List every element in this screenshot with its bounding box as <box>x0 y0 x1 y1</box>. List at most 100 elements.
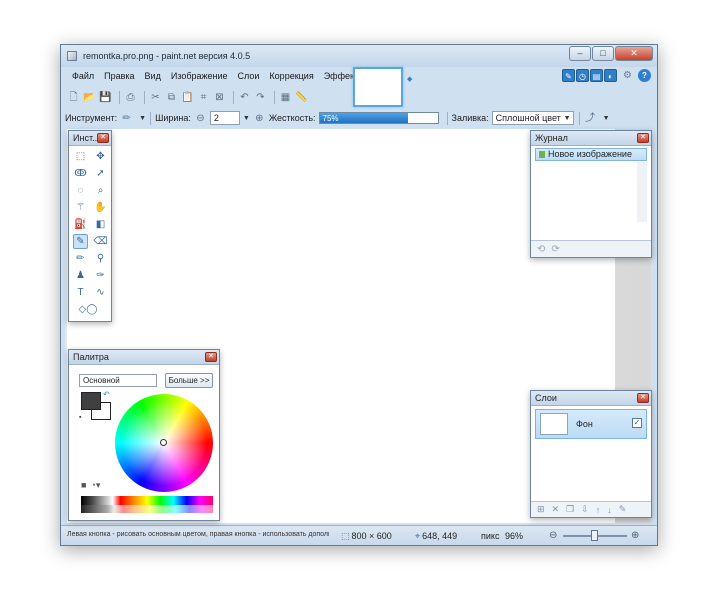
antialiasing-icon[interactable]: ⤴ <box>584 112 597 125</box>
open-folder-icon[interactable]: 📂 <box>83 91 96 104</box>
merge-layer-icon[interactable]: ⇩ <box>581 504 589 515</box>
layers-panel-header[interactable]: Слои ✕ <box>531 391 651 406</box>
chevron-down-icon[interactable]: ▼ <box>603 115 610 122</box>
layers-window-toggle-icon[interactable]: ▤ <box>590 69 603 82</box>
menu-edit[interactable]: Правка <box>99 69 139 86</box>
layer-visibility-checkbox[interactable]: ✓ <box>632 418 642 428</box>
menu-view[interactable]: Вид <box>140 69 166 86</box>
history-panel-header[interactable]: Журнал ✕ <box>531 131 651 146</box>
new-image-icon[interactable]: 🗋 <box>67 91 80 104</box>
swap-colors-icon[interactable]: ↶ <box>103 390 110 399</box>
settings-gear-icon[interactable]: ⚙ <box>621 69 634 82</box>
add-layer-icon[interactable]: ⊞ <box>537 504 545 515</box>
ruler-icon[interactable]: 📏 <box>295 91 308 104</box>
brush-tool-icon[interactable]: ✏ <box>120 112 133 125</box>
width-input[interactable]: 2 <box>209 111 240 125</box>
paint-bucket-icon[interactable]: ⛽ <box>73 217 88 232</box>
history-window-toggle-icon[interactable]: ◷ <box>576 69 589 82</box>
minimize-button[interactable]: – <box>569 46 591 61</box>
zoom-icon[interactable]: ⌕ <box>93 183 108 198</box>
history-redo-icon[interactable]: ⟳ <box>551 244 559 255</box>
pan-hand-icon[interactable]: ✋ <box>93 200 108 215</box>
pencil-icon[interactable]: ✏ <box>73 251 88 266</box>
layer-properties-icon[interactable]: ✎ <box>619 504 627 515</box>
gradient-icon[interactable]: ◧ <box>93 217 108 232</box>
grid-icon[interactable]: ▦ <box>279 91 292 104</box>
menu-file[interactable]: Файл <box>67 69 99 86</box>
shapes-icon[interactable]: ◇◯ <box>73 302 103 317</box>
units-select[interactable]: пикс <box>481 531 499 541</box>
print-icon[interactable]: ⎙ <box>124 91 137 104</box>
close-button[interactable]: ✕ <box>615 46 653 61</box>
history-undo-icon[interactable]: ⟲ <box>537 244 545 255</box>
ellipse-select-icon[interactable]: ◌ <box>73 183 88 198</box>
crop-icon[interactable]: ⌗ <box>197 91 210 104</box>
zoom-out-icon[interactable]: ⊖ <box>549 530 557 541</box>
move-selection-icon[interactable]: ➚ <box>93 166 108 181</box>
close-icon[interactable]: ✕ <box>97 133 109 143</box>
menu-image[interactable]: Изображение <box>166 69 233 86</box>
tools-panel-header[interactable]: Инст... ✕ <box>69 131 111 146</box>
delete-layer-icon[interactable]: ✕ <box>552 504 560 515</box>
close-icon[interactable]: ✕ <box>637 393 649 403</box>
move-layer-down-icon[interactable]: ↓ <box>607 505 612 515</box>
palette-strip[interactable] <box>81 496 213 505</box>
recolor-icon[interactable]: ✑ <box>93 268 108 283</box>
redo-icon[interactable]: ↷ <box>254 91 267 104</box>
move-selected-icon[interactable]: ✥ <box>93 149 108 164</box>
copy-icon[interactable]: ⧉ <box>165 91 178 104</box>
width-decrease-icon[interactable]: ⊖ <box>194 112 207 125</box>
clone-stamp-icon[interactable]: ♟ <box>73 268 88 283</box>
hardness-slider[interactable]: 75% <box>318 112 439 124</box>
move-layer-up-icon[interactable]: ↑ <box>596 505 601 515</box>
paintbrush-icon[interactable]: ✎ <box>73 234 88 249</box>
chevron-down-icon[interactable]: ▼ <box>243 115 250 122</box>
palette-swatch-icon[interactable]: ■ <box>81 480 86 491</box>
color-wheel-cursor[interactable] <box>160 439 167 446</box>
zoom-in-icon[interactable]: ⊕ <box>631 530 639 541</box>
cut-icon[interactable]: ✂ <box>149 91 162 104</box>
more-colors-button[interactable]: Больше >> <box>165 373 213 388</box>
palette-menu-icon[interactable]: ◔▾ <box>90 480 100 491</box>
reset-colors-icon[interactable]: ▪ <box>79 414 81 421</box>
close-icon[interactable]: ✕ <box>205 352 217 362</box>
chevron-down-icon[interactable]: ▼ <box>564 115 571 122</box>
fill-label: Заливка: <box>451 113 489 123</box>
width-increase-icon[interactable]: ⊕ <box>253 112 266 125</box>
menu-adjustments[interactable]: Коррекция <box>264 69 318 86</box>
image-thumbnail-tab[interactable] <box>353 67 403 107</box>
primary-color-swatch[interactable] <box>81 392 101 410</box>
fill-mode-select[interactable]: Сплошной цвет <box>491 111 574 125</box>
layer-row[interactable]: Фон ✓ <box>535 409 647 439</box>
color-mode-select[interactable]: Основной <box>79 374 157 387</box>
line-curve-icon[interactable]: ∿ <box>93 285 108 300</box>
history-scrollbar[interactable] <box>637 162 647 222</box>
undo-icon[interactable]: ↶ <box>238 91 251 104</box>
menu-layers[interactable]: Слои <box>233 69 265 86</box>
palette-panel-header[interactable]: Палитра ✕ <box>69 350 219 365</box>
help-icon[interactable]: ? <box>638 69 651 82</box>
deselect-icon[interactable]: ⊠ <box>213 91 226 104</box>
eraser-icon[interactable]: ⌫ <box>93 234 108 249</box>
color-picker-icon[interactable]: ⚲ <box>93 251 108 266</box>
text-icon[interactable]: T <box>73 285 88 300</box>
close-icon[interactable]: ✕ <box>637 133 649 143</box>
title-bar[interactable]: remontka.pro.png - paint.net версия 4.0.… <box>61 45 657 67</box>
palette-strip-light[interactable] <box>81 505 213 513</box>
colors-window-toggle-icon[interactable]: ◐ <box>604 69 617 82</box>
lasso-select-icon[interactable]: ↂ <box>73 166 88 181</box>
zoom-slider-thumb[interactable] <box>591 530 598 541</box>
magic-wand-icon[interactable]: ⚚ <box>73 200 88 215</box>
color-wheel[interactable] <box>115 394 213 492</box>
tools-window-toggle-icon[interactable]: ✎ <box>562 69 575 82</box>
width-label: Ширина: <box>155 113 191 123</box>
chevron-down-icon[interactable]: ▼ <box>139 115 146 122</box>
maximize-button[interactable]: □ <box>592 46 614 61</box>
zoom-value[interactable]: 96% <box>505 531 523 541</box>
paste-icon[interactable]: 📋 <box>181 91 194 104</box>
save-icon[interactable]: 💾 <box>99 91 112 104</box>
duplicate-layer-icon[interactable]: ❐ <box>566 504 574 515</box>
thumbnail-scroll-icon[interactable]: ◆ <box>407 75 412 83</box>
history-item[interactable]: Новое изображение <box>535 148 647 161</box>
rectangle-select-icon[interactable]: ⬚ <box>73 149 88 164</box>
